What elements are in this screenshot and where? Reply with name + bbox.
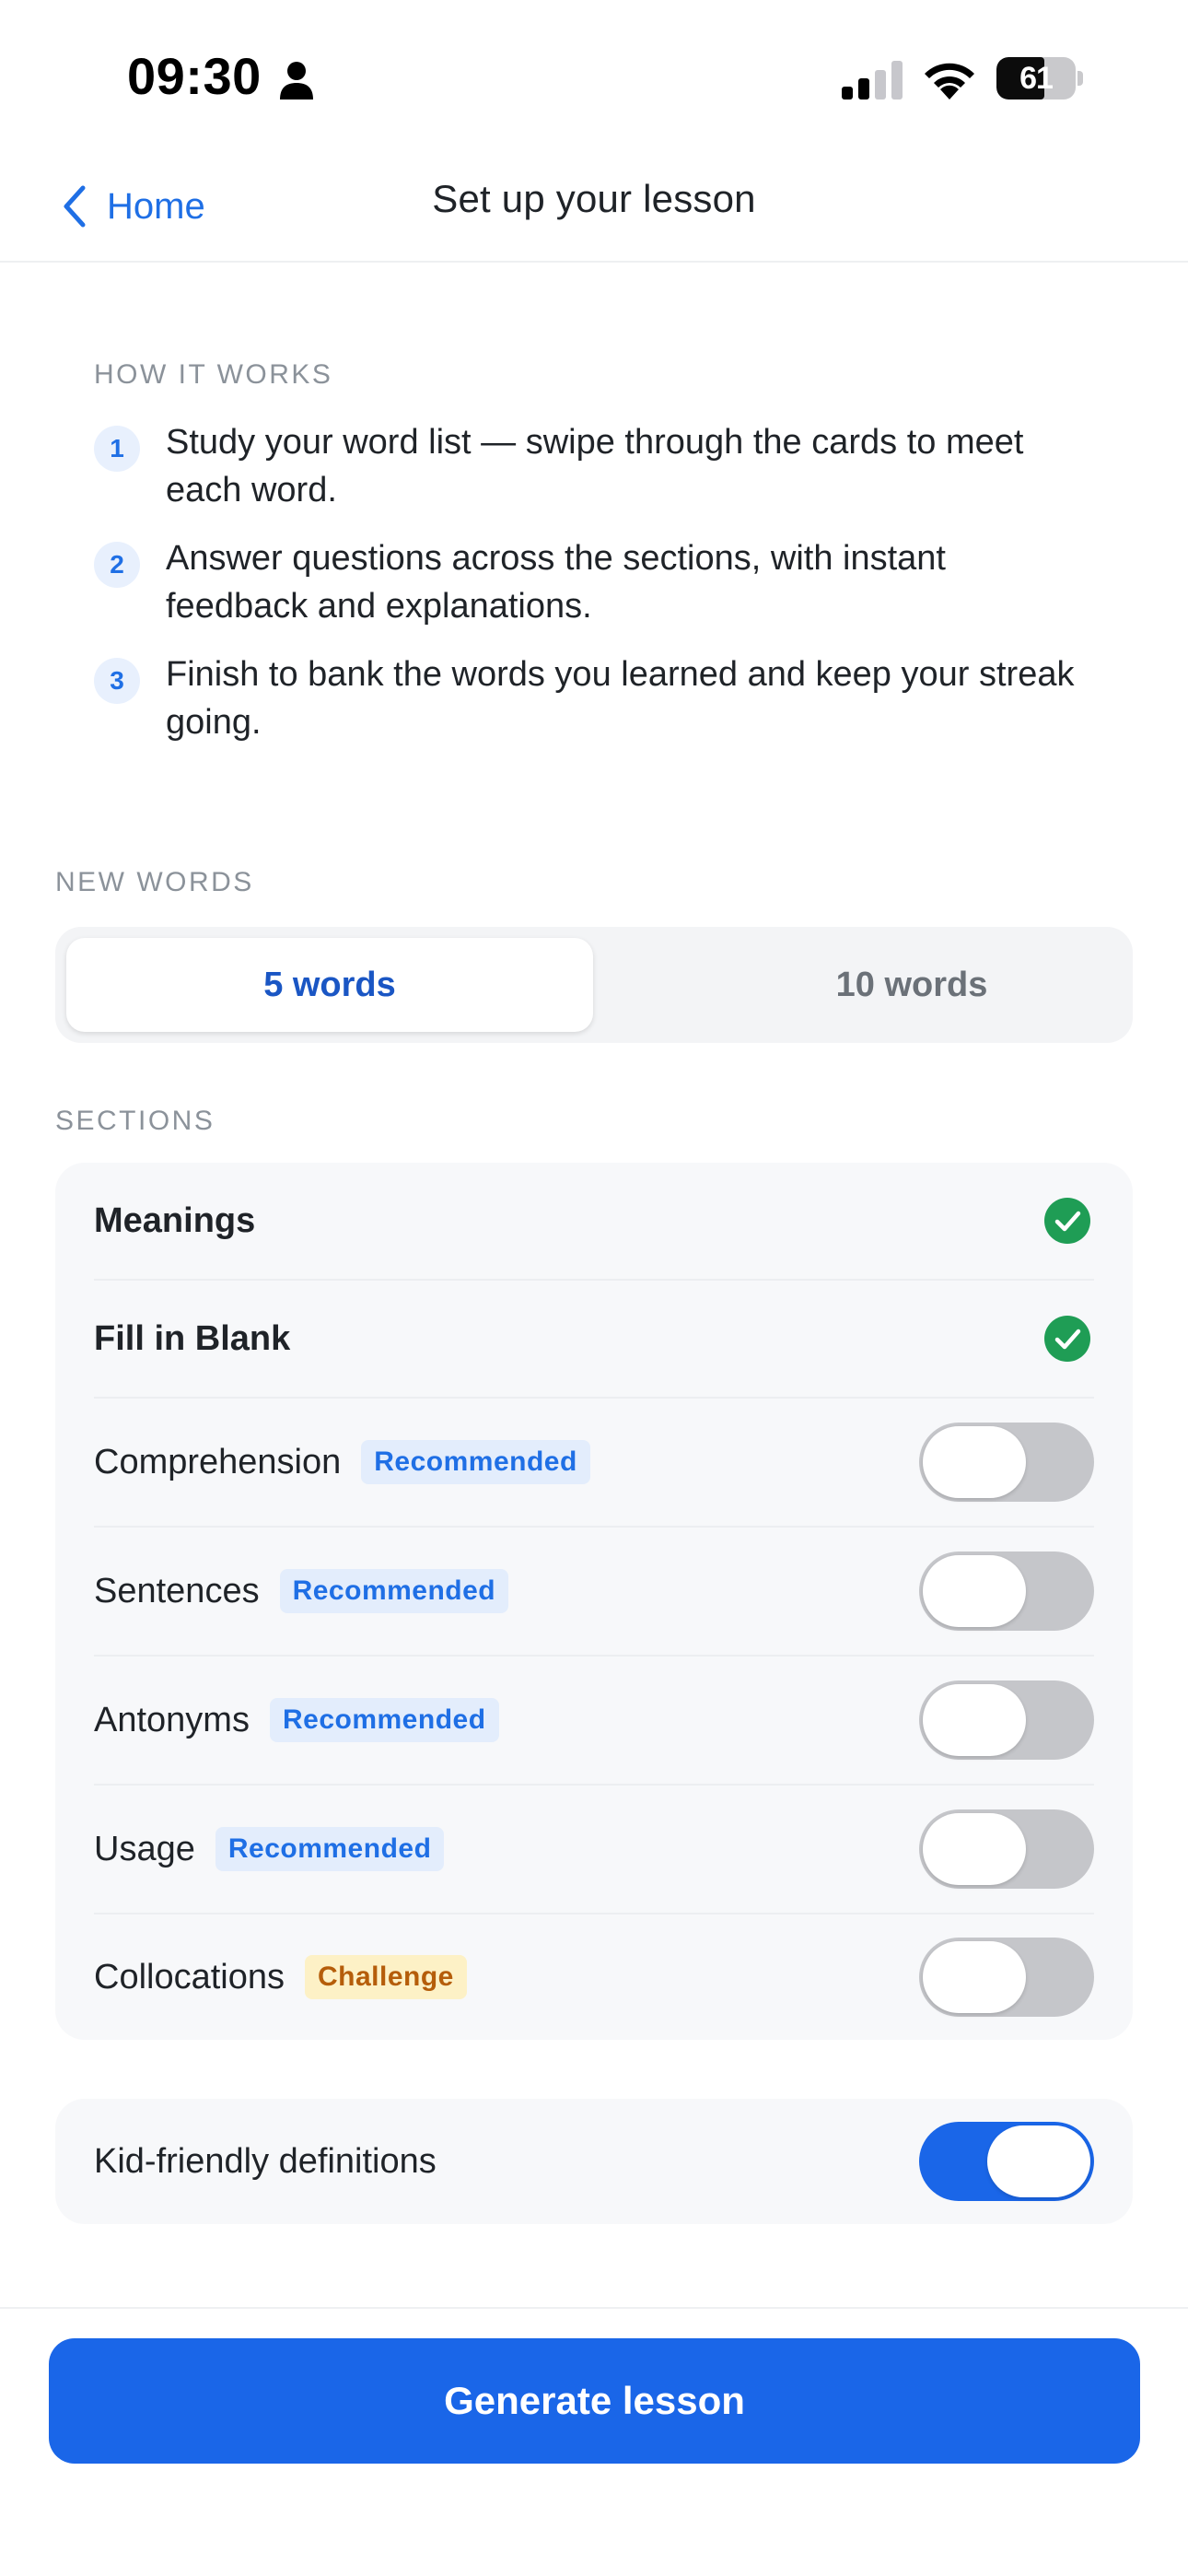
section-label: Meanings (94, 1200, 256, 1240)
collocations-toggle[interactable] (919, 1938, 1094, 2017)
kid-friendly-row: Kid-friendly definitions (94, 2099, 1094, 2224)
usage-toggle[interactable] (919, 1809, 1094, 1889)
kid-friendly-card: Kid-friendly definitions (55, 2099, 1133, 2224)
section-row-antonyms: Antonyms Recommended (94, 1657, 1094, 1786)
section-label: Fill in Blank (94, 1318, 291, 1358)
footer-divider (0, 2307, 1188, 2309)
section-label: Sentences (94, 1571, 260, 1610)
recommended-badge: Recommended (361, 1440, 590, 1484)
step-number: 3 (94, 658, 140, 704)
recommended-badge: Recommended (269, 1698, 499, 1742)
step-number: 1 (94, 426, 140, 472)
step-text: Study your word list — swipe through the… (166, 423, 1024, 509)
wifi-icon (925, 63, 974, 100)
section-row-comprehension: Comprehension Recommended (94, 1399, 1094, 1528)
checkmark-circle-icon (1044, 1198, 1090, 1244)
recommended-badge: Recommended (215, 1827, 445, 1871)
segment-10-words[interactable]: 10 words (648, 938, 1175, 1032)
word-count-segmented-control: 5 words 10 words (55, 927, 1133, 1043)
page-title: Set up your lesson (432, 177, 756, 220)
section-label: Comprehension (94, 1442, 342, 1481)
kid-friendly-toggle[interactable] (919, 2122, 1094, 2201)
new-words-heading: NEW WORDS (55, 867, 254, 897)
segment-5-words[interactable]: 5 words (66, 938, 593, 1032)
step-text: Finish to bank the words you learned and… (166, 655, 1075, 742)
sections-card: Meanings Fill in Blank Comprehension Rec… (55, 1163, 1133, 2040)
sentences-toggle[interactable] (919, 1551, 1094, 1631)
step-number: 2 (94, 542, 140, 588)
battery-indicator: 61 (996, 57, 1083, 100)
sections-heading: SECTIONS (55, 1106, 215, 1136)
cellular-signal-icon (842, 61, 903, 100)
battery-percentage: 61 (1019, 61, 1054, 96)
section-row-usage: Usage Recommended (94, 1786, 1094, 1914)
antonyms-toggle[interactable] (919, 1680, 1094, 1760)
step-item: 1 Study your word list — swipe through t… (94, 418, 1107, 514)
step-item: 2 Answer questions across the sections, … (94, 534, 1107, 630)
comprehension-toggle[interactable] (919, 1423, 1094, 1502)
section-label: Usage (94, 1829, 195, 1868)
person-icon (280, 62, 313, 100)
status-bar: 09:30 61 (0, 0, 1188, 157)
section-row-collocations: Collocations Challenge (94, 1914, 1094, 2040)
section-row-meanings: Meanings (94, 1163, 1094, 1281)
section-row-fill-in-blank: Fill in Blank (94, 1281, 1094, 1399)
kid-friendly-label: Kid-friendly definitions (94, 2141, 437, 2181)
checkmark-circle-icon (1044, 1316, 1090, 1362)
navigation-bar: Home Set up your lesson (0, 157, 1188, 263)
step-text: Answer questions across the sections, wi… (166, 539, 946, 626)
challenge-badge: Challenge (305, 1955, 467, 1999)
section-label: Antonyms (94, 1700, 250, 1739)
section-row-sentences: Sentences Recommended (94, 1528, 1094, 1657)
recommended-badge: Recommended (279, 1569, 509, 1613)
section-label: Collocations (94, 1957, 285, 1996)
how-it-works-heading: HOW IT WORKS (94, 359, 333, 390)
generate-lesson-button[interactable]: Generate lesson (49, 2338, 1140, 2464)
status-time: 09:30 (127, 47, 262, 105)
step-item: 3 Finish to bank the words you learned a… (94, 650, 1107, 746)
